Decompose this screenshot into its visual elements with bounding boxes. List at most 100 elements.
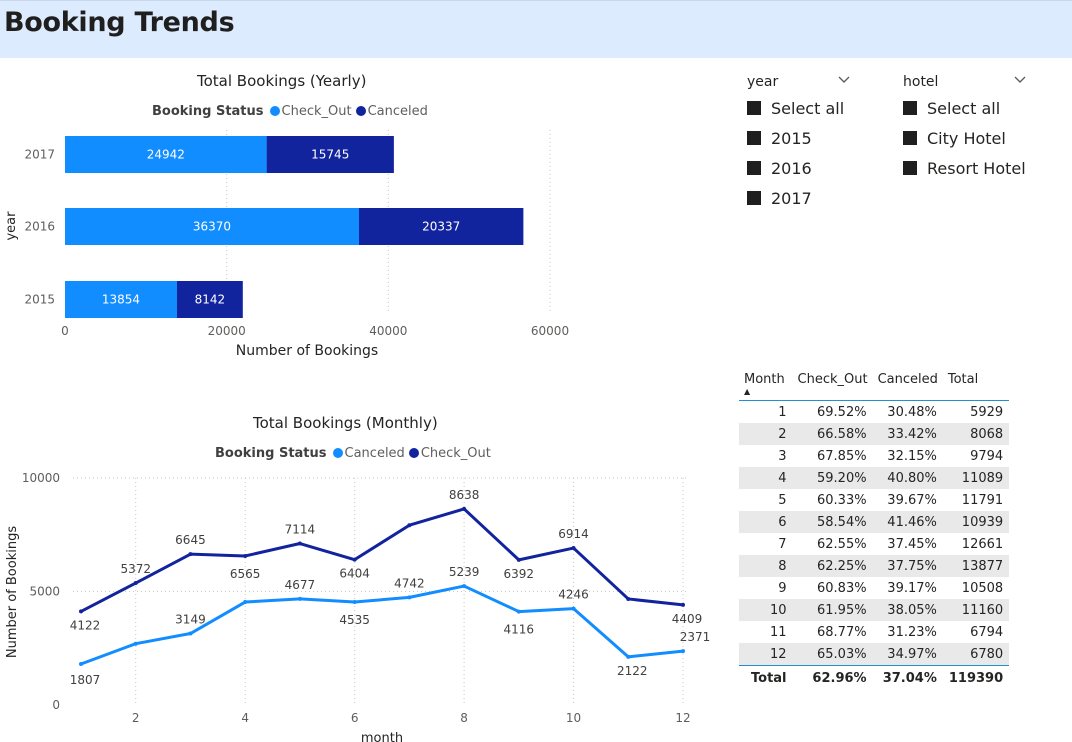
data-point[interactable] <box>133 581 138 586</box>
cell-canceled: 33.42% <box>887 426 937 442</box>
checkbox-icon[interactable] <box>903 101 917 115</box>
yearly-legend: Booking Status Check_Out Canceled <box>152 104 432 119</box>
cell-total: 10508 <box>961 580 1004 596</box>
data-point[interactable] <box>79 609 83 614</box>
legend-item-canceled[interactable]: Canceled <box>332 446 405 461</box>
yearly-bar-chart[interactable]: 0 20000 40000 60000 2017 24942 15745 2016 36370… <box>0 120 600 365</box>
cell-check-out: 60.33% <box>817 492 867 508</box>
data-point[interactable] <box>352 600 357 605</box>
y-tick-label: 0 <box>52 698 60 712</box>
hotel-slicer-header[interactable]: hotel <box>903 74 1027 94</box>
table-row: 11 68.77% 31.23% 6794 <box>739 621 1009 643</box>
data-point[interactable] <box>681 649 685 654</box>
yearly-legend-title: Booking Status <box>152 104 264 119</box>
monthly-line-chart[interactable]: 10000 5000 0 2 4 6 8 10 12 1807 3149 4677 4535 4742 5… <box>0 462 720 742</box>
cell-month: 6 <box>778 514 787 530</box>
data-point[interactable] <box>243 553 248 558</box>
data-label: 4677 <box>285 578 316 592</box>
slicer-option-resort-hotel[interactable]: Resort Hotel <box>903 159 1027 189</box>
checkbox-icon[interactable] <box>747 101 761 115</box>
checkbox-icon[interactable] <box>747 161 761 175</box>
slicer-option-label: Select all <box>771 99 845 118</box>
x-tick-label: 40000 <box>369 324 407 338</box>
column-header-canceled[interactable]: Canceled <box>873 369 943 401</box>
data-label: 4116 <box>504 623 535 637</box>
data-label: 3149 <box>175 613 206 627</box>
data-label: 6404 <box>339 567 370 581</box>
data-point[interactable] <box>462 584 467 589</box>
bar-data-label: 36370 <box>193 220 231 234</box>
cell-total: 5929 <box>970 404 1004 420</box>
checkbox-icon[interactable] <box>903 161 917 175</box>
cell-canceled: 39.17% <box>887 580 937 596</box>
data-point[interactable] <box>133 641 138 646</box>
data-point[interactable] <box>681 602 685 607</box>
data-label: 6914 <box>558 527 589 541</box>
data-label: 4535 <box>339 613 370 627</box>
cell-check-out: 61.95% <box>817 602 867 618</box>
x-tick-label: 60000 <box>531 324 569 338</box>
checkbox-icon[interactable] <box>747 191 761 205</box>
monthly-status-table: Month ▲ Check_Out Canceled Total 1 69.52% 3… <box>739 369 1010 690</box>
data-point[interactable] <box>571 606 576 611</box>
slicer-option-select-all[interactable]: Select all <box>747 99 851 129</box>
line-series-check-out[interactable] <box>80 507 684 613</box>
bar-data-label: 20337 <box>422 220 460 234</box>
data-point[interactable] <box>571 546 576 551</box>
checkbox-icon[interactable] <box>903 131 917 145</box>
data-point[interactable] <box>352 557 357 562</box>
monthly-legend: Booking Status Canceled Check_Out <box>215 446 495 461</box>
data-point[interactable] <box>516 557 521 562</box>
data-point[interactable] <box>516 609 521 614</box>
data-point[interactable] <box>626 654 631 659</box>
legend-label: Check_Out <box>420 446 491 461</box>
legend-item-check-out[interactable]: Check_Out <box>408 446 491 461</box>
slicer-option-select-all[interactable]: Select all <box>903 99 1027 129</box>
data-point[interactable] <box>188 552 193 557</box>
column-header-total[interactable]: Total <box>943 369 1009 401</box>
cell-check-out: 60.83% <box>817 580 867 596</box>
chevron-down-icon[interactable] <box>837 73 851 87</box>
slicer-option-label: 2016 <box>771 159 812 178</box>
cell-check-out: 66.58% <box>817 426 867 442</box>
slicer-option-2017[interactable]: 2017 <box>747 189 851 219</box>
legend-item-check-out[interactable]: Check_Out <box>269 104 352 119</box>
table-row: 6 58.54% 41.46% 10939 <box>739 511 1010 533</box>
slicer-option-label: Select all <box>927 99 1001 118</box>
sort-ascending-icon: ▲ <box>744 387 751 396</box>
data-point[interactable] <box>407 595 412 600</box>
cell-check-out: 69.52% <box>817 404 867 420</box>
cell-canceled: 38.05% <box>887 602 937 618</box>
slicer-option-2016[interactable]: 2016 <box>747 159 851 189</box>
column-header-month[interactable]: Month ▲ <box>739 369 793 401</box>
year-slicer-header[interactable]: year <box>747 74 851 94</box>
data-point[interactable] <box>407 523 412 528</box>
data-point[interactable] <box>79 661 83 666</box>
bar-data-label: 15745 <box>311 148 349 162</box>
legend-item-canceled[interactable]: Canceled <box>355 104 428 119</box>
slicer-option-city-hotel[interactable]: City Hotel <box>903 129 1027 159</box>
data-point[interactable] <box>297 541 302 546</box>
y-tick-label: 5000 <box>29 585 60 599</box>
x-tick-label: 12 <box>675 711 690 725</box>
x-tick-label: 4 <box>241 711 249 725</box>
chevron-down-icon[interactable] <box>1013 73 1027 87</box>
data-point[interactable] <box>188 631 193 636</box>
column-header-check-out[interactable]: Check_Out <box>793 369 873 401</box>
monthly-chart-title: Total Bookings (Monthly) <box>253 414 438 432</box>
data-point[interactable] <box>626 596 631 601</box>
data-point[interactable] <box>243 600 248 605</box>
legend-dot-icon <box>332 448 343 458</box>
checkbox-icon[interactable] <box>747 131 761 145</box>
x-tick-label: 6 <box>351 711 359 725</box>
data-label: 4246 <box>558 588 589 602</box>
data-label: 8638 <box>449 488 480 502</box>
data-point[interactable] <box>297 596 302 601</box>
slicer-option-2015[interactable]: 2015 <box>747 129 851 159</box>
data-point[interactable] <box>462 506 467 511</box>
cell-canceled: 40.80% <box>887 470 937 486</box>
cell-total: 11160 <box>961 602 1004 618</box>
bar-data-label: 13854 <box>102 293 140 307</box>
year-slicer: year Select all 2015 2016 2017 <box>747 74 851 219</box>
line-series-canceled[interactable] <box>80 584 684 666</box>
